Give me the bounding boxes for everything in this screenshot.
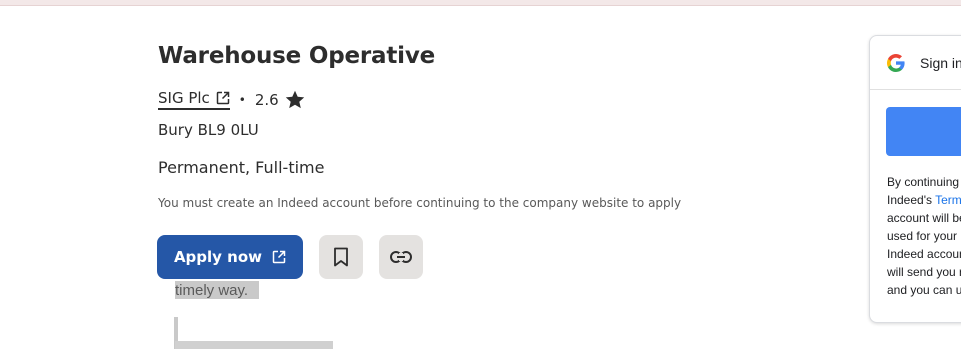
google-signin-header: Sign in bbox=[870, 36, 961, 90]
external-link-icon bbox=[216, 91, 230, 105]
apply-now-label: Apply now bbox=[173, 248, 263, 266]
google-signin-card: Sign in By continuing Indeed's Term acco… bbox=[869, 35, 961, 323]
bookmark-icon bbox=[333, 247, 349, 267]
company-rating: 2.6 bbox=[254, 90, 279, 109]
browser-top-strip bbox=[0, 0, 961, 6]
job-type: Permanent, Full-time bbox=[158, 158, 325, 177]
terms-link[interactable]: Term bbox=[935, 193, 961, 207]
apply-now-button[interactable]: Apply now bbox=[157, 235, 303, 279]
save-job-button[interactable] bbox=[319, 235, 363, 279]
google-signin-title: Sign in bbox=[920, 54, 961, 71]
google-consent-text: By continuing Indeed's Term account will… bbox=[887, 175, 961, 297]
separator-dot: • bbox=[238, 92, 246, 107]
star-icon bbox=[285, 90, 305, 109]
apply-notice: You must create an Indeed account before… bbox=[158, 196, 682, 210]
job-title: Warehouse Operative bbox=[158, 43, 436, 69]
google-logo-icon bbox=[886, 53, 906, 73]
job-location: Bury BL9 0LU bbox=[158, 121, 259, 139]
external-link-icon bbox=[272, 250, 286, 264]
google-continue-button[interactable] bbox=[886, 107, 961, 156]
background-highlighted-text-2 bbox=[175, 341, 333, 349]
company-name: SIG Plc bbox=[158, 89, 210, 107]
background-highlighted-text: timely way. bbox=[175, 281, 259, 299]
link-icon bbox=[390, 251, 412, 263]
company-rating-row: SIG Plc • 2.6 bbox=[158, 89, 305, 110]
company-link[interactable]: SIG Plc bbox=[158, 89, 230, 110]
copy-link-button[interactable] bbox=[379, 235, 423, 279]
